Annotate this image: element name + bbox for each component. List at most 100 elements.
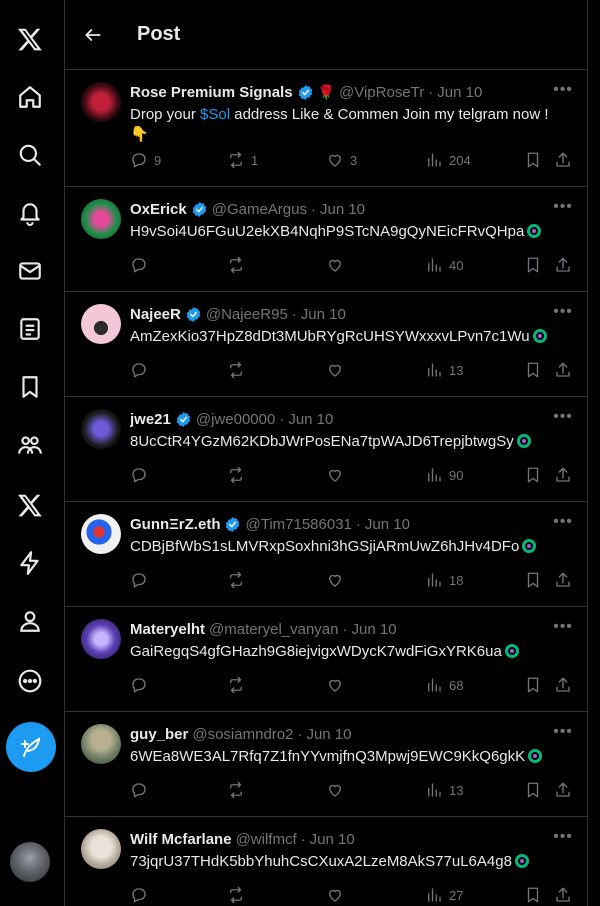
explore-icon[interactable] (0, 130, 60, 180)
reply-button[interactable]: 9 (130, 150, 161, 170)
repost-button[interactable] (227, 570, 245, 590)
display-name[interactable]: Materyelht (130, 621, 205, 638)
user-handle[interactable]: @Tim71586031 (245, 516, 351, 533)
user-handle[interactable]: @jwe00000 (196, 411, 275, 428)
user-handle[interactable]: @NajeeR95 (206, 306, 288, 323)
like-button[interactable] (326, 465, 344, 485)
views-button[interactable]: 40 (425, 255, 463, 275)
views-button[interactable]: 13 (425, 780, 463, 800)
display-name[interactable]: jwe21 (130, 411, 171, 428)
premium-icon[interactable] (0, 480, 60, 530)
display-name[interactable]: guy_ber (130, 726, 188, 743)
x-logo-icon[interactable] (0, 14, 60, 64)
avatar[interactable] (81, 409, 121, 449)
post-item[interactable]: OxErick @GameArgus · Jun 10 ••• H9vSoi4U… (65, 187, 587, 292)
views-button[interactable]: 68 (425, 675, 463, 695)
verified-orgs-icon[interactable] (0, 538, 60, 588)
avatar[interactable] (81, 619, 121, 659)
post-item[interactable]: NajeeR @NajeeR95 · Jun 10 ••• AmZexKio37… (65, 292, 587, 397)
messages-icon[interactable] (0, 246, 60, 296)
reply-button[interactable] (130, 885, 148, 905)
cashtag-link[interactable]: $Sol (200, 106, 230, 123)
like-button[interactable] (326, 360, 344, 380)
display-name[interactable]: NajeeR (130, 306, 181, 323)
user-handle[interactable]: @GameArgus (212, 201, 307, 218)
reply-button[interactable] (130, 255, 148, 275)
like-button[interactable] (326, 780, 344, 800)
user-handle[interactable]: @sosiamndro2 (192, 726, 293, 743)
display-name[interactable]: OxErick (130, 201, 187, 218)
repost-button[interactable] (227, 885, 245, 905)
reply-button[interactable] (130, 675, 148, 695)
bookmark-button[interactable] (524, 885, 542, 905)
like-button[interactable]: 3 (326, 150, 357, 170)
home-icon[interactable] (0, 72, 60, 122)
views-button[interactable]: 204 (425, 150, 471, 170)
avatar[interactable] (81, 829, 121, 869)
notifications-icon[interactable] (0, 188, 60, 238)
more-icon[interactable] (0, 656, 60, 706)
like-button[interactable] (326, 885, 344, 905)
post-date[interactable]: Jun 10 (301, 306, 346, 323)
repost-button[interactable] (227, 675, 245, 695)
post-item[interactable]: Materyelht @materyel_vanyan · Jun 10 •••… (65, 607, 587, 712)
bookmark-button[interactable] (524, 360, 542, 380)
more-options-icon[interactable]: ••• (551, 80, 575, 100)
bookmark-button[interactable] (524, 570, 542, 590)
share-button[interactable] (554, 360, 572, 380)
like-button[interactable] (326, 675, 344, 695)
repost-button[interactable] (227, 255, 245, 275)
avatar[interactable] (81, 199, 121, 239)
more-options-icon[interactable]: ••• (551, 827, 575, 847)
communities-icon[interactable] (0, 420, 60, 470)
post-date[interactable]: Jun 10 (310, 831, 355, 848)
more-options-icon[interactable]: ••• (551, 617, 575, 637)
lists-icon[interactable] (0, 304, 60, 354)
share-button[interactable] (554, 255, 572, 275)
user-handle[interactable]: @wilfmcf (236, 831, 297, 848)
reply-button[interactable] (130, 360, 148, 380)
views-button[interactable]: 18 (425, 570, 463, 590)
reply-button[interactable] (130, 780, 148, 800)
user-handle[interactable]: @materyel_vanyan (209, 621, 338, 638)
repost-button[interactable] (227, 465, 245, 485)
more-options-icon[interactable]: ••• (551, 512, 575, 532)
account-avatar[interactable] (10, 842, 50, 882)
post-date[interactable]: Jun 10 (306, 726, 351, 743)
like-button[interactable] (326, 255, 344, 275)
bookmark-button[interactable] (524, 255, 542, 275)
display-name[interactable]: Wilf Mcfarlane (130, 831, 232, 848)
post-date[interactable]: Jun 10 (437, 84, 482, 101)
bookmark-button[interactable] (524, 465, 542, 485)
share-button[interactable] (554, 465, 572, 485)
bookmarks-icon[interactable] (0, 362, 60, 412)
share-button[interactable] (554, 150, 572, 170)
repost-button[interactable] (227, 360, 245, 380)
bookmark-button[interactable] (524, 780, 542, 800)
more-options-icon[interactable]: ••• (551, 302, 575, 322)
more-options-icon[interactable]: ••• (551, 407, 575, 427)
repost-button[interactable] (227, 780, 245, 800)
compose-post-button[interactable] (6, 722, 56, 772)
post-item[interactable]: Wilf Mcfarlane @wilfmcf · Jun 10 ••• 73j… (65, 817, 587, 906)
post-date[interactable]: Jun 10 (352, 621, 397, 638)
post-date[interactable]: Jun 10 (365, 516, 410, 533)
post-item[interactable]: GunnΞrZ.eth @Tim71586031 · Jun 10 ••• CD… (65, 502, 587, 607)
post-item[interactable]: Rose Premium Signals 🌹 @VipRoseTr · Jun … (65, 70, 587, 187)
reply-button[interactable] (130, 570, 148, 590)
avatar[interactable] (81, 304, 121, 344)
bookmark-button[interactable] (524, 675, 542, 695)
share-button[interactable] (554, 570, 572, 590)
post-item[interactable]: guy_ber @sosiamndro2 · Jun 10 ••• 6WEa8W… (65, 712, 587, 817)
views-button[interactable]: 27 (425, 885, 463, 905)
share-button[interactable] (554, 780, 572, 800)
share-button[interactable] (554, 675, 572, 695)
profile-icon[interactable] (0, 596, 60, 646)
display-name[interactable]: Rose Premium Signals (130, 84, 293, 101)
post-item[interactable]: jwe21 @jwe00000 · Jun 10 ••• 8UcCtR4YGzM… (65, 397, 587, 502)
reply-button[interactable] (130, 465, 148, 485)
like-button[interactable] (326, 570, 344, 590)
display-name[interactable]: GunnΞrZ.eth (130, 516, 220, 533)
avatar[interactable] (81, 514, 121, 554)
back-button[interactable] (65, 0, 121, 70)
